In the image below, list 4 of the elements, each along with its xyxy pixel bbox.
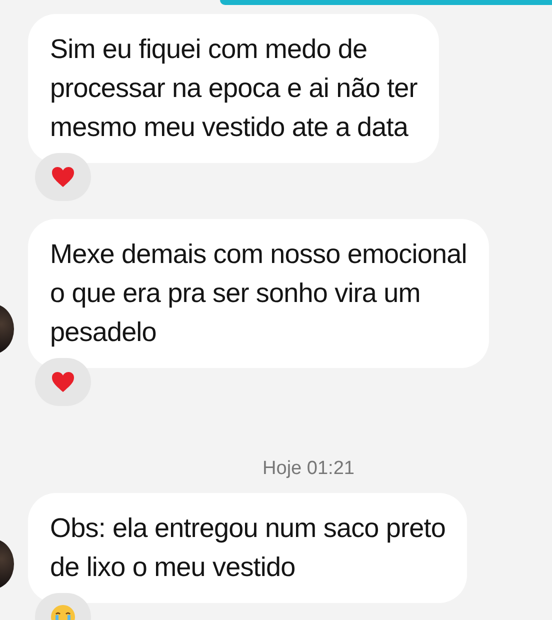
message-bubble: Obs: ela entregou num saco preto de lixo o meu vestido [28, 493, 468, 603]
timestamp: Hoje 01:21 [262, 458, 354, 480]
message-bubble: Mexe demais com nosso emocional o que era pra ser sonho vira um pesadelo [28, 219, 489, 368]
message-bubble: Sim eu fiquei com medo de processar na epoca e ai não ter mesmo meu vestido ate a data [28, 14, 440, 163]
